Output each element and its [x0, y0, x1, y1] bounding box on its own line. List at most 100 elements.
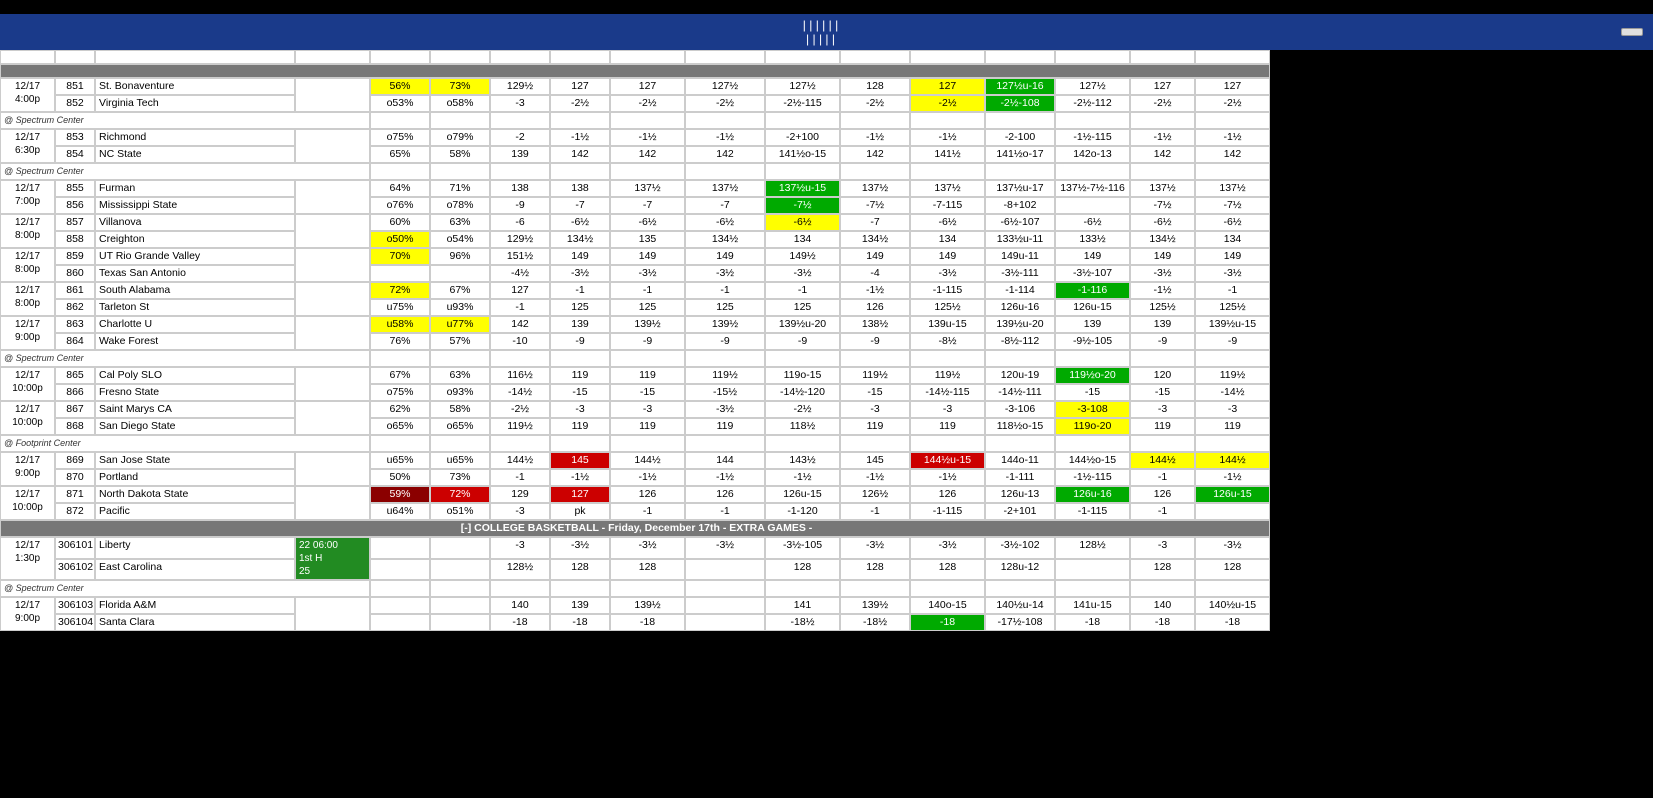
game-num1: 865	[55, 367, 95, 384]
westgate2: -18	[610, 614, 685, 631]
venue-pad	[910, 350, 985, 367]
venue-pad	[490, 435, 550, 452]
open1: 129	[490, 486, 550, 503]
tickets2: u75%	[370, 299, 430, 316]
game-num1: 863	[55, 316, 95, 333]
money2: o93%	[430, 384, 490, 401]
game-score	[295, 78, 370, 112]
caesars2: 134½	[840, 231, 910, 248]
heritage1: -3	[1130, 537, 1195, 559]
westgate1: 126	[610, 486, 685, 503]
draftkings2: 134	[765, 231, 840, 248]
pinnacle1: 127½u-16	[985, 78, 1055, 95]
game-num2: 866	[55, 384, 95, 401]
westgate1: 119	[610, 367, 685, 384]
game-score	[295, 316, 370, 350]
circa2: -1½	[550, 469, 610, 486]
tickets2: o65%	[370, 418, 430, 435]
open1: 129½	[490, 78, 550, 95]
southpoint2: -15½	[685, 384, 765, 401]
southpoint1	[685, 597, 765, 614]
circa1: -3½	[550, 537, 610, 559]
consensus1: -6½	[1195, 214, 1270, 231]
tickets2	[370, 265, 430, 282]
draftkings1: -1	[765, 282, 840, 299]
wynnbet2: -14½-115	[910, 384, 985, 401]
venue-pad	[840, 580, 910, 597]
consensus1: 139½u-15	[1195, 316, 1270, 333]
col-gm	[55, 50, 95, 64]
wynnbet2: 128	[910, 559, 985, 581]
venue-pad	[370, 163, 430, 180]
betonline2: -1-115	[1055, 503, 1130, 520]
heritage2: -18	[1130, 614, 1195, 631]
venue-pad	[685, 350, 765, 367]
money1: 96%	[430, 248, 490, 265]
westgate2: -9	[610, 333, 685, 350]
consensus1: 137½	[1195, 180, 1270, 197]
col-tickets	[370, 50, 430, 64]
draftkings2: 128	[765, 559, 840, 581]
circa2: 142	[550, 146, 610, 163]
southpoint2: 125	[685, 299, 765, 316]
venue: @ Spectrum Center	[0, 580, 370, 597]
money2: o65%	[430, 418, 490, 435]
draftkings2: 125	[765, 299, 840, 316]
tickets1: 56%	[370, 78, 430, 95]
game-score	[295, 248, 370, 282]
venue-pad	[550, 163, 610, 180]
betonline1: 139	[1055, 316, 1130, 333]
wynnbet1: 139u-15	[910, 316, 985, 333]
caesars2: 119	[840, 418, 910, 435]
consensus2	[1195, 503, 1270, 520]
team1: Furman	[95, 180, 295, 197]
circa2: 134½	[550, 231, 610, 248]
team1: St. Bonaventure	[95, 78, 295, 95]
tickets2: o75%	[370, 384, 430, 401]
wynnbet2: -3½	[910, 265, 985, 282]
tickets2: 76%	[370, 333, 430, 350]
pinnacle2: 118½o-15	[985, 418, 1055, 435]
game-num1: 851	[55, 78, 95, 95]
tickets1: 60%	[370, 214, 430, 231]
westgate1: -1	[610, 282, 685, 299]
heritage2: -1	[1130, 469, 1195, 486]
venue-pad	[610, 350, 685, 367]
draftkings1: -3½-105	[765, 537, 840, 559]
money2: o51%	[430, 503, 490, 520]
betonline2: 126u-15	[1055, 299, 1130, 316]
pinnacle1: 140½u-14	[985, 597, 1055, 614]
consensus1: 140½u-15	[1195, 597, 1270, 614]
westgate1: 139½	[610, 316, 685, 333]
caesars2: -4	[840, 265, 910, 282]
open1: 138	[490, 180, 550, 197]
caesars1: 128	[840, 78, 910, 95]
game-num1: 853	[55, 129, 95, 146]
venue-pad	[985, 163, 1055, 180]
caesars2: -9	[840, 333, 910, 350]
draftkings1: 126u-15	[765, 486, 840, 503]
venue-pad	[1195, 350, 1270, 367]
open2: -9	[490, 197, 550, 214]
game-time: 12/179:00p	[0, 452, 55, 486]
draftkings1: 119o-15	[765, 367, 840, 384]
team2: Wake Forest	[95, 333, 295, 350]
venue-pad	[685, 112, 765, 129]
consensus2: 128	[1195, 559, 1270, 581]
heritage2: -7½	[1130, 197, 1195, 214]
col-betonline	[1055, 50, 1130, 64]
draftkings2: -18½	[765, 614, 840, 631]
venue-pad	[840, 112, 910, 129]
venue: @ Spectrum Center	[0, 350, 370, 367]
open2: -3	[490, 95, 550, 112]
team2: Pacific	[95, 503, 295, 520]
game-time: 12/1710:00p	[0, 401, 55, 435]
col-teams	[95, 50, 295, 64]
open2: -4½	[490, 265, 550, 282]
consensus2: 125½	[1195, 299, 1270, 316]
pinnacle1: -3-106	[985, 401, 1055, 418]
clear-button[interactable]	[1621, 28, 1643, 36]
venue: @ Footprint Center	[0, 435, 370, 452]
wynnbet1: 127	[910, 78, 985, 95]
draftkings1: 127½	[765, 78, 840, 95]
